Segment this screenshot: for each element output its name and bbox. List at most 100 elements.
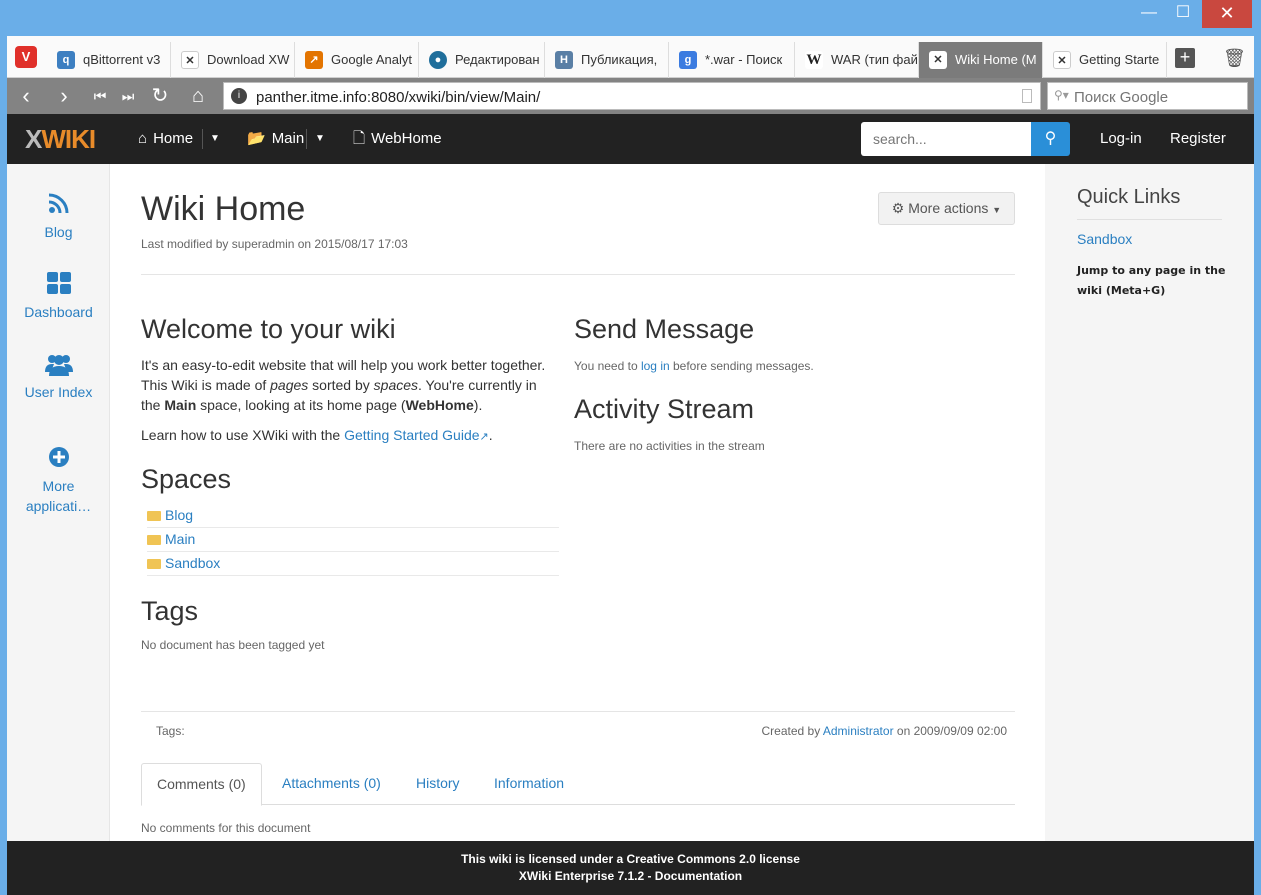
close-window-button[interactable]: ✕: [1202, 0, 1252, 28]
getting-started-link[interactable]: Getting Started Guide: [344, 427, 479, 443]
space-link[interactable]: Blog: [165, 507, 193, 523]
no-comments-text: No comments for this document: [141, 821, 311, 835]
document-tabs: Comments (0) Attachments (0) History Inf…: [141, 763, 1015, 806]
last-modified: Last modified by superadmin on 2015/08/1…: [141, 237, 408, 251]
document-tags-bar: Tags:: [141, 674, 1015, 738]
search-icon: ⚲: [1044, 130, 1057, 147]
tab-history[interactable]: History: [401, 763, 475, 805]
tab-information[interactable]: Information: [479, 763, 579, 805]
text: sorted by: [308, 377, 374, 393]
version-text: XWiki Enterprise 7.1.2 - Documentation: [518, 869, 743, 883]
text-em: spaces: [373, 377, 419, 393]
tab-publication[interactable]: H Публикация,: [545, 42, 669, 78]
text: .: [488, 427, 493, 443]
habr-icon: ●: [429, 51, 447, 69]
tab-comments[interactable]: Comments (0): [141, 763, 262, 806]
logo-x: X: [25, 124, 42, 154]
tab-label: Download XW: [207, 52, 290, 67]
send-message-heading: Send Message: [574, 314, 755, 344]
tab-getting-started[interactable]: ✕ Getting Starte: [1043, 42, 1167, 78]
folder-icon: [147, 559, 161, 569]
xwiki-search-input[interactable]: [861, 122, 1031, 156]
list-item[interactable]: Blog: [147, 504, 559, 528]
sandbox-link[interactable]: Sandbox: [1077, 231, 1132, 247]
xwiki-icon: ✕: [181, 51, 199, 69]
author-link[interactable]: Administrator: [823, 724, 894, 738]
send-message-text: You need to log in before sending messag…: [574, 359, 814, 373]
nav-webhome[interactable]: 🗋 WebHome: [353, 114, 442, 164]
tab-google-analytics[interactable]: ↗ Google Analyt: [295, 42, 419, 78]
minimize-button[interactable]: —: [1132, 0, 1166, 28]
nav-home-label: Home: [153, 130, 194, 147]
login-link[interactable]: Log-in: [1100, 114, 1142, 164]
tags-heading: Tags: [141, 596, 199, 626]
h-icon: H: [555, 51, 573, 69]
footer: This wiki is licensed under a Creative C…: [7, 841, 1254, 895]
tab-download-xwiki[interactable]: ✕ Download XW: [171, 42, 295, 78]
browser-frame: V q qBittorrent v3 ✕ Download XW ↗ Googl…: [7, 36, 1254, 895]
tab-war-search[interactable]: g *.war - Поиск: [669, 42, 795, 78]
browser-search-box[interactable]: ⚲▾: [1047, 82, 1248, 110]
register-link[interactable]: Register: [1170, 114, 1226, 164]
bookmark-icon[interactable]: [1022, 89, 1032, 103]
license-text: This wiki is licensed under a Creative C…: [461, 852, 800, 866]
address-bar: ‹ › ⏮ ⏭ ↻ ⌂ i panther.itme.info:8080/xwi…: [7, 78, 1254, 114]
jump-to-page-hint: Jump to any page in the wiki (Meta+G): [1077, 264, 1226, 297]
app-user-index-label: User Index: [24, 384, 93, 400]
xwiki-search-box[interactable]: [861, 122, 1031, 156]
search-engine-icon[interactable]: ⚲▾: [1054, 88, 1069, 102]
space-link[interactable]: Sandbox: [165, 555, 220, 571]
home-icon[interactable]: ⌂: [185, 83, 211, 109]
nav-main[interactable]: 📂 Main: [247, 114, 304, 164]
maximize-button[interactable]: ☐: [1166, 0, 1200, 28]
spaces-list: Blog Main Sandbox: [147, 504, 559, 576]
no-tags-text: No document has been tagged yet: [141, 638, 325, 652]
file-icon: 🗋: [353, 130, 366, 147]
main-dropdown-caret-icon[interactable]: ▼: [315, 114, 325, 164]
new-tab-icon[interactable]: +: [1175, 48, 1195, 68]
text: Created by: [761, 724, 823, 738]
divider: [306, 129, 307, 149]
vivaldi-menu-icon[interactable]: V: [15, 46, 37, 68]
folder-icon: [147, 535, 161, 545]
app-user-index[interactable]: User Index: [7, 352, 110, 402]
gear-icon: ⚙: [891, 200, 905, 216]
activity-stream-heading: Activity Stream: [574, 394, 755, 424]
tab-attachments[interactable]: Attachments (0): [267, 763, 396, 805]
space-link[interactable]: Main: [165, 531, 195, 547]
home-dropdown-caret-icon[interactable]: ▼: [210, 114, 220, 164]
login-link[interactable]: log in: [641, 359, 670, 373]
site-info-icon[interactable]: i: [231, 88, 247, 104]
main-content: Wiki Home Last modified by superadmin on…: [110, 164, 1045, 841]
back-icon[interactable]: ‹: [13, 83, 39, 109]
learn-paragraph: Learn how to use XWiki with the Getting …: [141, 425, 559, 447]
welcome-paragraph: It's an easy-to-edit website that will h…: [141, 355, 559, 415]
wikipedia-icon: W: [805, 51, 823, 69]
folder-icon: [147, 511, 161, 521]
xwiki-logo[interactable]: XWIKI: [25, 124, 96, 155]
tab-qbittorrent[interactable]: q qBittorrent v3: [47, 42, 171, 78]
tab-wiki-home[interactable]: ✕ Wiki Home (M: [919, 42, 1043, 78]
app-more-applications[interactable]: More applicati…: [7, 446, 110, 516]
fast-forward-icon[interactable]: ⏭: [115, 83, 141, 109]
app-blog[interactable]: Blog: [7, 192, 110, 242]
text: space, looking at its home page (: [196, 397, 406, 413]
app-dashboard[interactable]: Dashboard: [7, 272, 110, 322]
nav-home[interactable]: ⌂ Home: [138, 114, 193, 164]
search-button[interactable]: ⚲: [1031, 122, 1070, 156]
text-em: pages: [270, 377, 309, 393]
reload-icon[interactable]: ↻: [147, 83, 173, 109]
url-field[interactable]: i panther.itme.info:8080/xwiki/bin/view/…: [223, 82, 1041, 110]
list-item[interactable]: Main: [147, 528, 559, 552]
forward-icon[interactable]: ›: [51, 83, 77, 109]
browser-search-input[interactable]: [1074, 87, 1242, 107]
list-item[interactable]: Sandbox: [147, 552, 559, 576]
rewind-icon[interactable]: ⏮: [87, 83, 113, 109]
external-link-icon: ↗: [479, 431, 489, 443]
trash-icon[interactable]: 🗑: [1223, 48, 1246, 68]
tab-war-wikipedia[interactable]: W WAR (тип фай: [795, 42, 919, 78]
more-actions-button[interactable]: ⚙ More actions ▼: [878, 192, 1015, 225]
text: Learn how to use XWiki with the: [141, 427, 345, 443]
tab-label: qBittorrent v3: [83, 52, 161, 67]
tab-habr-edit[interactable]: ● Редактирован: [419, 42, 545, 78]
